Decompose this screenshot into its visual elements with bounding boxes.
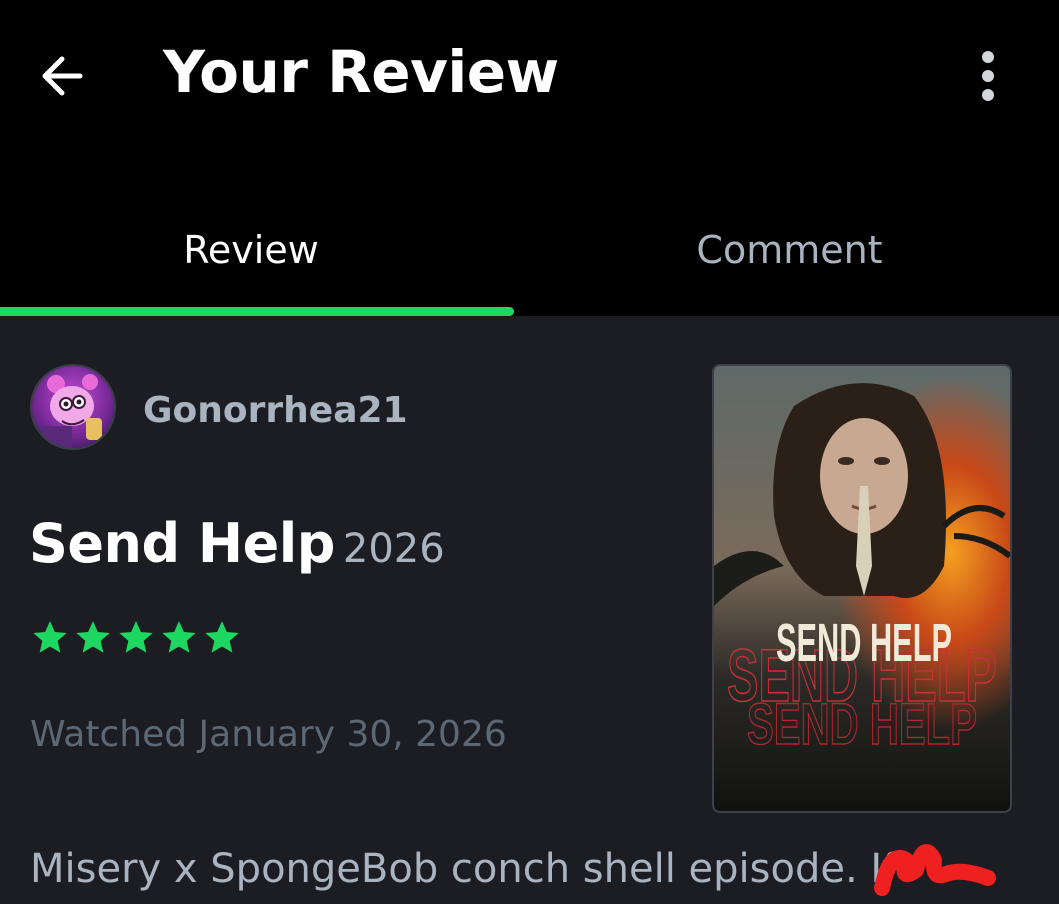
poster-image: SEND HELP SEND HELP SEND HELP — [714, 366, 1010, 811]
review-body: Misery x SpongeBob conch shell episode. … — [30, 846, 897, 892]
active-tab-indicator — [0, 307, 514, 316]
avatar-image — [32, 366, 114, 448]
star-icon — [162, 621, 196, 653]
film-title[interactable]: Send Help — [29, 512, 335, 575]
redaction-scribble — [874, 844, 996, 896]
back-button[interactable] — [30, 44, 94, 108]
arrow-left-icon — [42, 56, 83, 96]
tab-comment[interactable]: Comment — [522, 222, 1057, 278]
watched-date: Watched January 30, 2026 — [30, 714, 507, 755]
header: Your Review Review Comment — [0, 0, 1059, 316]
more-vertical-icon — [982, 51, 994, 63]
more-dot — [982, 89, 994, 101]
rating-stars — [30, 618, 242, 658]
review-screen: Your Review Review Comment Gonorrhea21 S… — [0, 0, 1059, 904]
avatar[interactable] — [30, 364, 116, 450]
film-heading[interactable]: Send Help 2026 — [29, 512, 445, 575]
tab-review[interactable]: Review — [0, 222, 502, 278]
reviewer-username[interactable]: Gonorrhea21 — [143, 390, 408, 431]
star-icon — [76, 621, 110, 653]
film-year: 2026 — [342, 526, 445, 572]
star-icon — [119, 621, 153, 653]
poster-title: SEND HELP — [776, 613, 952, 673]
page-title: Your Review — [163, 38, 559, 106]
star-icon — [33, 621, 67, 653]
poster-title-echo: SEND HELP — [747, 692, 977, 757]
more-dot — [982, 70, 994, 82]
star-icon — [205, 621, 239, 653]
more-options-button[interactable] — [960, 44, 1016, 108]
film-poster[interactable]: SEND HELP SEND HELP SEND HELP — [712, 364, 1012, 813]
